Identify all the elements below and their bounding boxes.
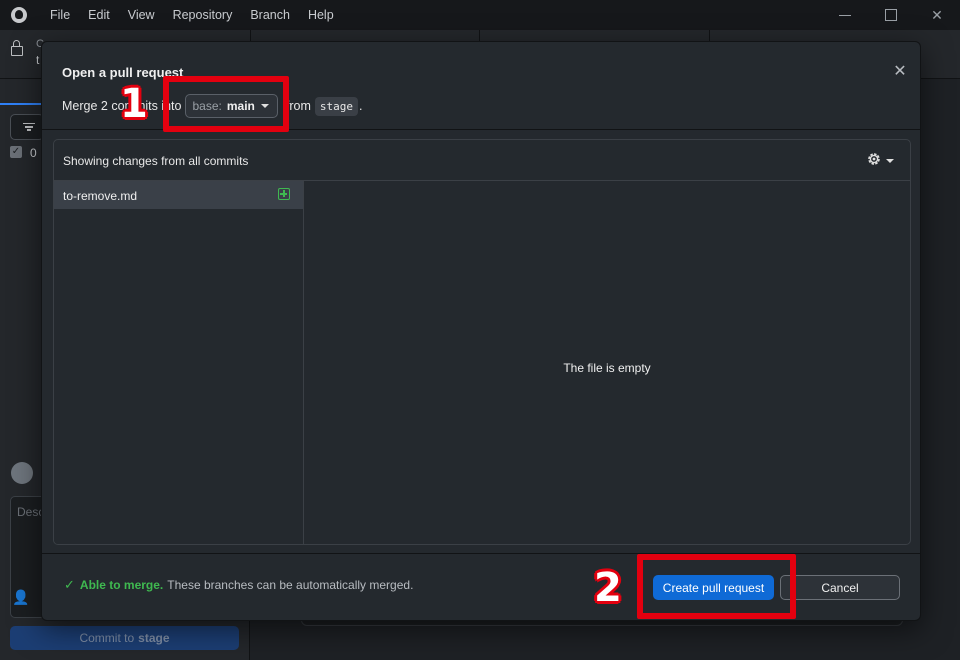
menu-repository[interactable]: Repository	[164, 8, 242, 22]
annotation-box-1	[163, 76, 289, 132]
from-text: from	[285, 99, 311, 113]
commit-button[interactable]: Commit to stage	[10, 626, 239, 650]
list-item[interactable]: to-remove.md	[54, 181, 303, 209]
menu-help[interactable]: Help	[299, 8, 343, 22]
close-dialog-button[interactable]: ✕	[891, 63, 909, 81]
changes-header: Showing changes from all commits	[63, 154, 249, 168]
compare-branch: stage	[314, 96, 358, 116]
minimize-icon	[839, 14, 851, 16]
maximize-button[interactable]	[868, 0, 914, 30]
merge-status-label: Able to merge.	[79, 578, 164, 592]
commit-button-label: Commit to	[79, 631, 135, 645]
repo-name[interactable]: t	[36, 53, 39, 67]
menu-view[interactable]: View	[119, 8, 164, 22]
close-icon: ✕	[893, 63, 907, 80]
gear-icon[interactable]	[866, 151, 882, 167]
menu-bar: File Edit View Repository Branch Help	[41, 8, 343, 22]
annotation-number-2: 2	[594, 565, 622, 611]
avatar	[11, 462, 33, 484]
file-added-icon	[278, 188, 290, 200]
lock-icon	[11, 40, 23, 56]
merge-status-detail: These branches can be automatically merg…	[167, 578, 414, 592]
settings-chevron-icon[interactable]	[886, 159, 894, 163]
annotation-box-2	[637, 554, 796, 619]
github-logo-icon	[11, 7, 27, 23]
file-list: to-remove.md	[54, 181, 304, 544]
menu-branch[interactable]: Branch	[241, 8, 299, 22]
changes-count: 0	[30, 146, 37, 160]
filter-button[interactable]	[10, 114, 44, 140]
add-coauthor-icon[interactable]: 👤	[12, 589, 29, 606]
changes-tab-indicator	[0, 103, 42, 105]
diff-header: Showing changes from all commits	[54, 140, 910, 181]
close-window-icon: ✕	[931, 6, 943, 23]
cancel-button[interactable]: Cancel	[780, 575, 900, 600]
diff-panel: Showing changes from all commits to-remo…	[53, 139, 911, 545]
filter-icon	[23, 123, 35, 131]
file-name: to-remove.md	[63, 189, 138, 203]
menu-edit[interactable]: Edit	[79, 8, 119, 22]
period: .	[358, 99, 363, 113]
menu-file[interactable]: File	[41, 8, 79, 22]
select-all-checkbox[interactable]: ✓	[10, 146, 22, 158]
commit-button-branch: stage	[138, 631, 170, 645]
empty-file-message: The file is empty	[563, 361, 651, 375]
check-icon: ✓	[64, 577, 75, 592]
minimize-button[interactable]	[822, 0, 868, 30]
title-bar: File Edit View Repository Branch Help ✕	[0, 0, 960, 30]
annotation-number-1: 1	[120, 81, 148, 127]
maximize-icon	[885, 9, 897, 21]
close-window-button[interactable]: ✕	[914, 0, 960, 30]
merge-status: ✓ Able to merge. These branches can be a…	[64, 577, 413, 593]
window-controls: ✕	[822, 0, 960, 30]
